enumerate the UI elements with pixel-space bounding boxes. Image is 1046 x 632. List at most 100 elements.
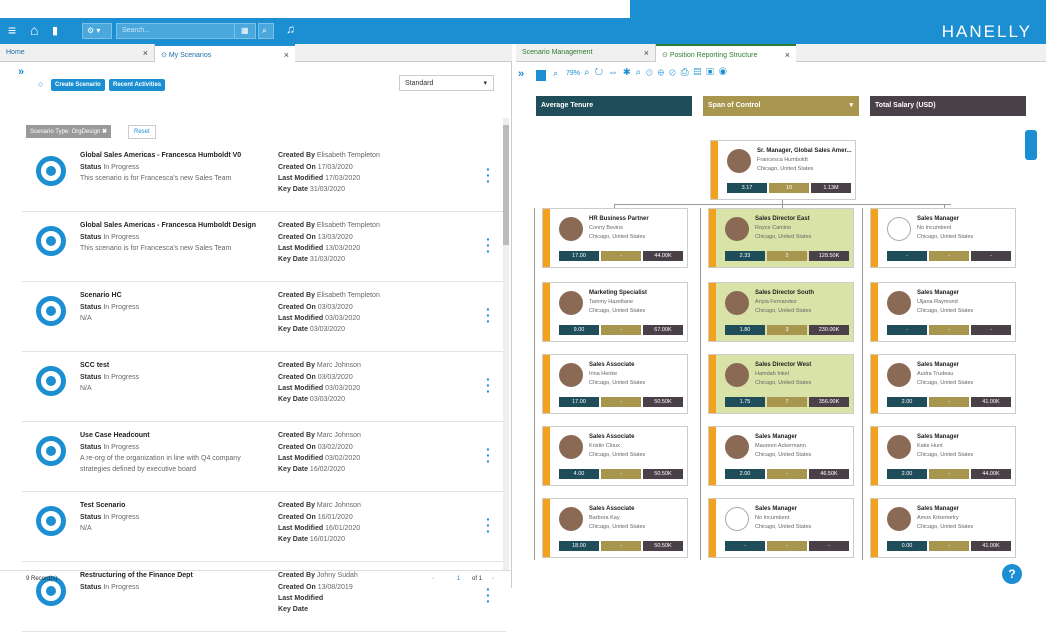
- search-button[interactable]: ⌕: [258, 23, 274, 39]
- more-options-icon[interactable]: · · ·: [486, 512, 491, 538]
- page-total: of 1: [472, 576, 483, 582]
- tenure-metric: -: [725, 541, 765, 551]
- position-card[interactable]: Sales Director West Hamdah Inkel Chicago…: [708, 354, 854, 414]
- scenario-row[interactable]: Use Case Headcount Status In Progress A …: [22, 422, 506, 492]
- position-card[interactable]: Sales Manager Maureen Ackermann Chicago,…: [708, 426, 854, 486]
- position-card[interactable]: Marketing Specialist Tammy Hazeltane Chi…: [542, 282, 688, 342]
- toolbar-icons[interactable]: ⌕↻⇔✱⌕⊙⊕⊘⎙▤▣◉: [584, 67, 732, 78]
- created-by: Created By Elisabeth Templeton: [278, 292, 380, 299]
- close-icon[interactable]: ×: [143, 48, 148, 58]
- scenario-title[interactable]: Global Sales Americas - Francesca Humbol…: [80, 152, 241, 159]
- tab-home[interactable]: Home ×: [0, 44, 155, 62]
- tab-label: My Scenarios: [168, 52, 212, 59]
- close-icon[interactable]: ✖: [102, 129, 107, 135]
- reset-button[interactable]: Reset: [128, 125, 156, 139]
- scenario-title[interactable]: Test Scenario: [80, 502, 125, 509]
- home-icon[interactable]: ⌂: [30, 22, 38, 38]
- chevron-down-icon: ▾: [483, 80, 487, 87]
- scenario-row[interactable]: Global Sales Americas - Francesca Humbol…: [22, 212, 506, 282]
- created-by: Created By Marc Johnson: [278, 432, 361, 439]
- scenario-title[interactable]: Scenario HC: [80, 292, 122, 299]
- book-icon[interactable]: ▮: [52, 24, 58, 37]
- position-title: Sales Manager: [917, 216, 960, 222]
- connector-line: [782, 204, 783, 208]
- more-options-icon[interactable]: · · ·: [486, 302, 491, 328]
- position-card[interactable]: Sr. Manager, Global Sales Amer... France…: [710, 140, 856, 200]
- create-scenario-button[interactable]: Create Scenario: [51, 79, 105, 91]
- help-icon[interactable]: ?: [1002, 564, 1022, 584]
- position-card[interactable]: Sales Manager No Incumbent Chicago, Unit…: [870, 208, 1016, 268]
- tab-label: Home: [6, 49, 25, 56]
- info-icon[interactable]: [536, 70, 546, 81]
- position-title: Sales Manager: [755, 506, 798, 512]
- close-icon[interactable]: ×: [785, 50, 790, 60]
- more-options-icon[interactable]: · · ·: [486, 372, 491, 398]
- position-card[interactable]: Sales Director East Royce Camino Chicago…: [708, 208, 854, 268]
- filter-chip[interactable]: Scenario Type: OrgDesign ✖: [26, 125, 111, 138]
- key-date: Key Date 31/03/2020: [278, 186, 345, 193]
- prev-page-icon[interactable]: ‹: [432, 576, 434, 582]
- scenario-title[interactable]: SCC test: [80, 362, 109, 369]
- position-card[interactable]: Sales Manager Katie Hunt Chicago, United…: [870, 426, 1016, 486]
- scenario-icon: [36, 156, 66, 186]
- refresh-icon[interactable]: ○: [38, 79, 43, 89]
- scenario-row[interactable]: Test Scenario Status In Progress N/A Cre…: [22, 492, 506, 562]
- app-switcher-dropdown[interactable]: ⚙ ▾: [82, 23, 112, 39]
- position-location: Chicago, United States: [917, 234, 974, 240]
- position-card[interactable]: Sales Manager Amos Kitsemetry Chicago, U…: [870, 498, 1016, 558]
- tab-scenario-management[interactable]: Scenario Management ×: [516, 44, 656, 62]
- position-card[interactable]: Sales Manager Audra Trudeau Chicago, Uni…: [870, 354, 1016, 414]
- scenario-row[interactable]: Scenario HC Status In Progress N/A Creat…: [22, 282, 506, 352]
- more-options-icon[interactable]: · · ·: [486, 442, 491, 468]
- position-card[interactable]: Sales Manager Uljana Raymond Chicago, Un…: [870, 282, 1016, 342]
- card-accent-bar: [709, 283, 716, 341]
- more-options-icon[interactable]: · · ·: [486, 232, 491, 258]
- close-icon[interactable]: ×: [284, 50, 289, 60]
- position-location: Chicago, United States: [755, 380, 812, 386]
- more-options-icon[interactable]: · · ·: [486, 582, 491, 608]
- incumbent-name: Francesca Humboldt: [757, 157, 808, 163]
- position-location: Chicago, United States: [589, 380, 646, 386]
- more-options-icon[interactable]: · · ·: [486, 162, 491, 188]
- tenure-metric: 2.33: [725, 251, 765, 261]
- avatar: [887, 435, 911, 459]
- span-header[interactable]: Span of Control ▾: [703, 96, 859, 116]
- expand-icon[interactable]: »: [18, 66, 24, 78]
- scenario-row[interactable]: Global Sales Americas - Francesca Humbol…: [22, 142, 506, 212]
- position-location: Chicago, United States: [755, 234, 812, 240]
- tab-label: Scenario Management: [522, 49, 593, 56]
- side-panel-handle[interactable]: [1025, 130, 1037, 160]
- scenario-row[interactable]: SCC test Status In Progress N/A Created …: [22, 352, 506, 422]
- position-card[interactable]: HR Business Partner Conny Bevins Chicago…: [542, 208, 688, 268]
- salary-metric: -: [971, 251, 1011, 261]
- avatar: [887, 291, 911, 315]
- recent-activities-button[interactable]: Recent Activities: [109, 79, 166, 91]
- position-title: Sales Director East: [755, 216, 810, 222]
- tab-my-scenarios[interactable]: ⊙ My Scenarios ×: [155, 44, 295, 62]
- scenario-title[interactable]: Global Sales Americas - Francesca Humbol…: [80, 222, 256, 229]
- position-card[interactable]: Sales Associate Kristin Cloux Chicago, U…: [542, 426, 688, 486]
- card-accent-bar: [871, 355, 878, 413]
- page-number[interactable]: 1: [457, 576, 460, 582]
- position-card[interactable]: Sales Manager No Incumbent Chicago, Unit…: [708, 498, 854, 558]
- scrollbar-thumb[interactable]: [503, 125, 509, 245]
- created-on: Created On 03/03/2020: [278, 374, 353, 381]
- avatar: [559, 363, 583, 387]
- position-card[interactable]: Sales Director South Ariyia Fernandez Ch…: [708, 282, 854, 342]
- position-card[interactable]: Sales Associate Barbora Kay Chicago, Uni…: [542, 498, 688, 558]
- position-card[interactable]: Sales Associate Irina Henke Chicago, Uni…: [542, 354, 688, 414]
- expand-icon[interactable]: »: [518, 68, 524, 80]
- zoom-out-icon[interactable]: ⌕: [553, 68, 558, 79]
- tenure-metric: 17.00: [559, 251, 599, 261]
- bell-icon[interactable]: ♫: [286, 22, 295, 36]
- last-modified: Last Modified 17/03/2020: [278, 175, 361, 182]
- close-icon[interactable]: ×: [644, 48, 649, 58]
- view-select[interactable]: Standard ▾: [399, 75, 494, 91]
- next-page-icon[interactable]: ›: [492, 576, 494, 582]
- tab-position-reporting[interactable]: ⊙ Position Reporting Structure ×: [656, 44, 796, 62]
- card-accent-bar: [711, 141, 718, 199]
- scenario-title[interactable]: Use Case Headcount: [80, 432, 150, 439]
- calendar-button[interactable]: ▦: [234, 23, 256, 39]
- tenure-metric: -: [887, 251, 927, 261]
- menu-icon[interactable]: ≡: [8, 22, 16, 38]
